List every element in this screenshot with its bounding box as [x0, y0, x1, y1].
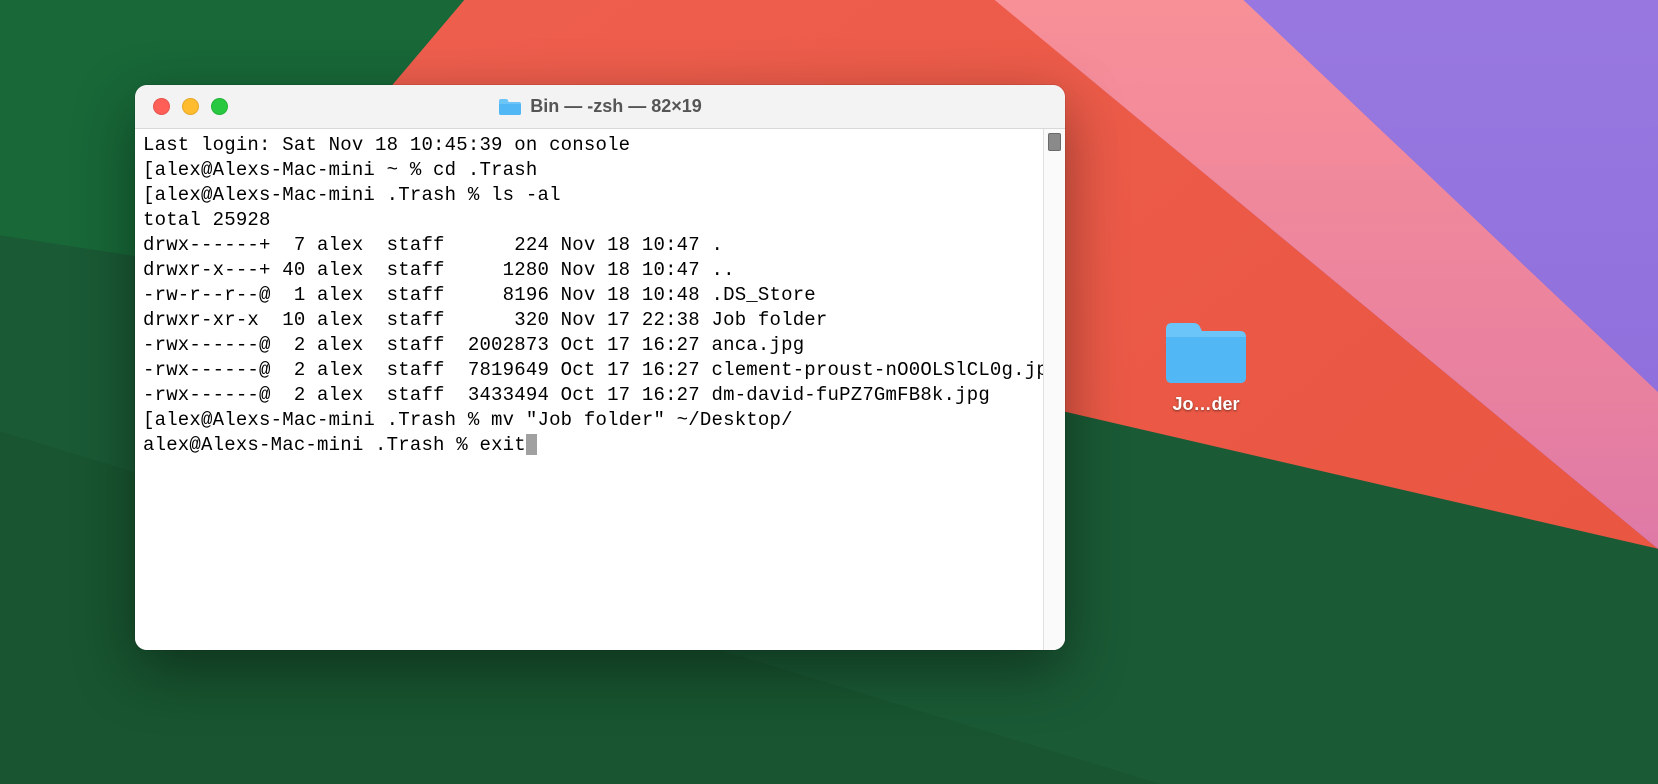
scrollbar-thumb[interactable] — [1048, 133, 1061, 151]
terminal-prompt: alex@Alexs-Mac-mini .Trash % — [143, 434, 479, 456]
terminal-line: -rwx------@ 2 alex staff 2002873 Oct 17 … — [143, 333, 1035, 358]
terminal-line: Last login: Sat Nov 18 10:45:39 on conso… — [143, 133, 1035, 158]
terminal-line: drwxr-x---+ 40 alex staff 1280 Nov 18 10… — [143, 258, 1035, 283]
desktop-folder-label: Jo…der — [1168, 393, 1243, 416]
minimize-button[interactable] — [182, 98, 199, 115]
terminal-line: [alex@Alexs-Mac-mini .Trash % mv "Job fo… — [143, 408, 1035, 433]
scrollbar[interactable] — [1043, 129, 1065, 650]
folder-icon — [1162, 315, 1250, 387]
terminal-input: exit — [479, 434, 525, 456]
terminal-output[interactable]: Last login: Sat Nov 18 10:45:39 on conso… — [135, 129, 1043, 650]
window-titlebar[interactable]: Bin — -zsh — 82×19 — [135, 85, 1065, 129]
window-title-text: Bin — -zsh — 82×19 — [530, 96, 702, 117]
terminal-line: drwx------+ 7 alex staff 224 Nov 18 10:4… — [143, 233, 1035, 258]
terminal-line: drwxr-xr-x 10 alex staff 320 Nov 17 22:3… — [143, 308, 1035, 333]
terminal-line: -rw-r--r--@ 1 alex staff 8196 Nov 18 10:… — [143, 283, 1035, 308]
terminal-line: total 25928 — [143, 208, 1035, 233]
close-button[interactable] — [153, 98, 170, 115]
folder-icon — [498, 97, 522, 117]
terminal-line: [alex@Alexs-Mac-mini .Trash % ls -al ] — [143, 183, 1035, 208]
zoom-button[interactable] — [211, 98, 228, 115]
cursor-icon — [526, 434, 537, 455]
terminal-line: [alex@Alexs-Mac-mini ~ % cd .Trash ] — [143, 158, 1035, 183]
terminal-line: -rwx------@ 2 alex staff 3433494 Oct 17 … — [143, 383, 1035, 408]
desktop-folder-item[interactable]: Jo…der — [1146, 315, 1266, 416]
terminal-window: Bin — -zsh — 82×19 Last login: Sat Nov 1… — [135, 85, 1065, 650]
window-title: Bin — -zsh — 82×19 — [135, 96, 1065, 117]
terminal-line: -rwx------@ 2 alex staff 7819649 Oct 17 … — [143, 358, 1035, 383]
